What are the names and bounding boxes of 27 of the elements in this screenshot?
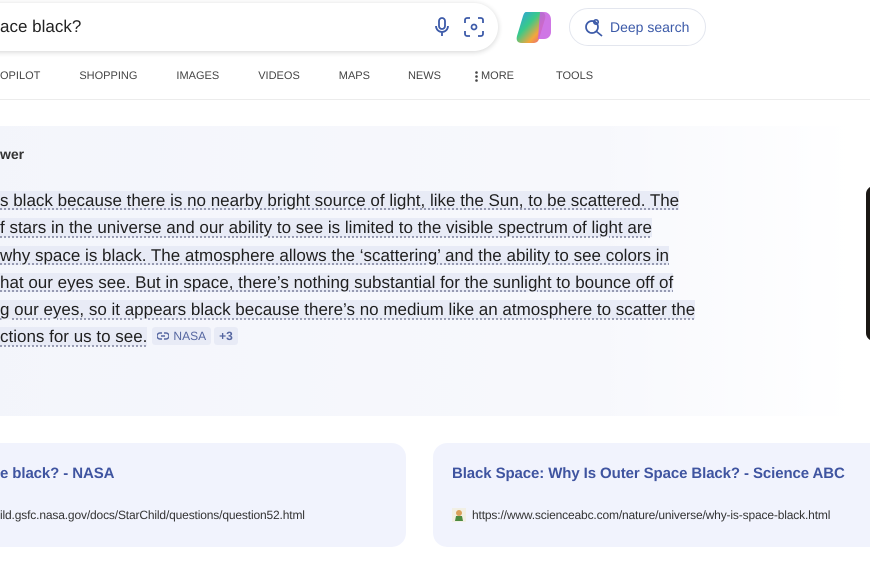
result-card[interactable]: Black Space: Why Is Outer Space Black? - Science ABC https://www.scienceabc.com/nature/universe/why-is-space-black.html — [433, 443, 870, 547]
search-tab[interactable]: MAPS — [338, 70, 370, 82]
microphone-icon[interactable] — [434, 17, 450, 37]
search-tab[interactable]: SHOPPING — [79, 70, 138, 82]
search-tab[interactable]: VIDEOS — [258, 70, 300, 82]
result-url: ild.gsfc.nasa.gov/docs/StarChild/questions/question52.html — [0, 508, 305, 522]
deep-search-button[interactable]: Deep search — [569, 8, 706, 46]
result-title[interactable]: e black? - NASA — [0, 465, 406, 482]
more-sources-chip[interactable]: +3 — [214, 327, 238, 346]
search-field[interactable]: ace black? — [0, 3, 498, 51]
result-url: https://www.scienceabc.com/nature/universe/why-is-space-black.html — [472, 508, 830, 522]
more-dots-icon — [474, 70, 478, 82]
link-icon — [157, 332, 170, 340]
source-chip[interactable]: NASA — [152, 327, 212, 346]
search-tab[interactable]: NEWS — [408, 70, 441, 82]
answer-heading: wer — [0, 146, 26, 162]
search-tab[interactable]: MORE — [474, 70, 514, 82]
result-title[interactable]: Black Space: Why Is Outer Space Black? - Science ABC — [452, 465, 870, 482]
answer-text: s black because there is no nearby bright source of light, like the Sun, to be scattered. The f stars in the universe and our ability to see is limited to the visible spectrum of light are why space is black. The atmosphere allows the ‘scattering’ and the ability to see colors in hat our eyes see. But in space, there’s nothing substantial for the sunlight to bounce off of g our eyes, so it appears black because there’s no medium like an atmosphere to scatter the ctions for us to see. NASA +3 — [0, 190, 696, 348]
copilot-logo-icon[interactable] — [516, 10, 552, 44]
search-tab[interactable]: IMAGES — [176, 70, 220, 82]
magnifier-sparkle-icon — [584, 17, 604, 37]
search-input[interactable]: ace black? — [0, 17, 420, 37]
camera-search-icon[interactable] — [464, 17, 484, 37]
search-tab[interactable]: TOOLS — [556, 70, 594, 82]
search-tab[interactable]: OPILOT — [0, 70, 40, 82]
result-card[interactable]: e black? - NASA ild.gsfc.nasa.gov/docs/StarChild/questions/question52.html — [0, 443, 406, 547]
